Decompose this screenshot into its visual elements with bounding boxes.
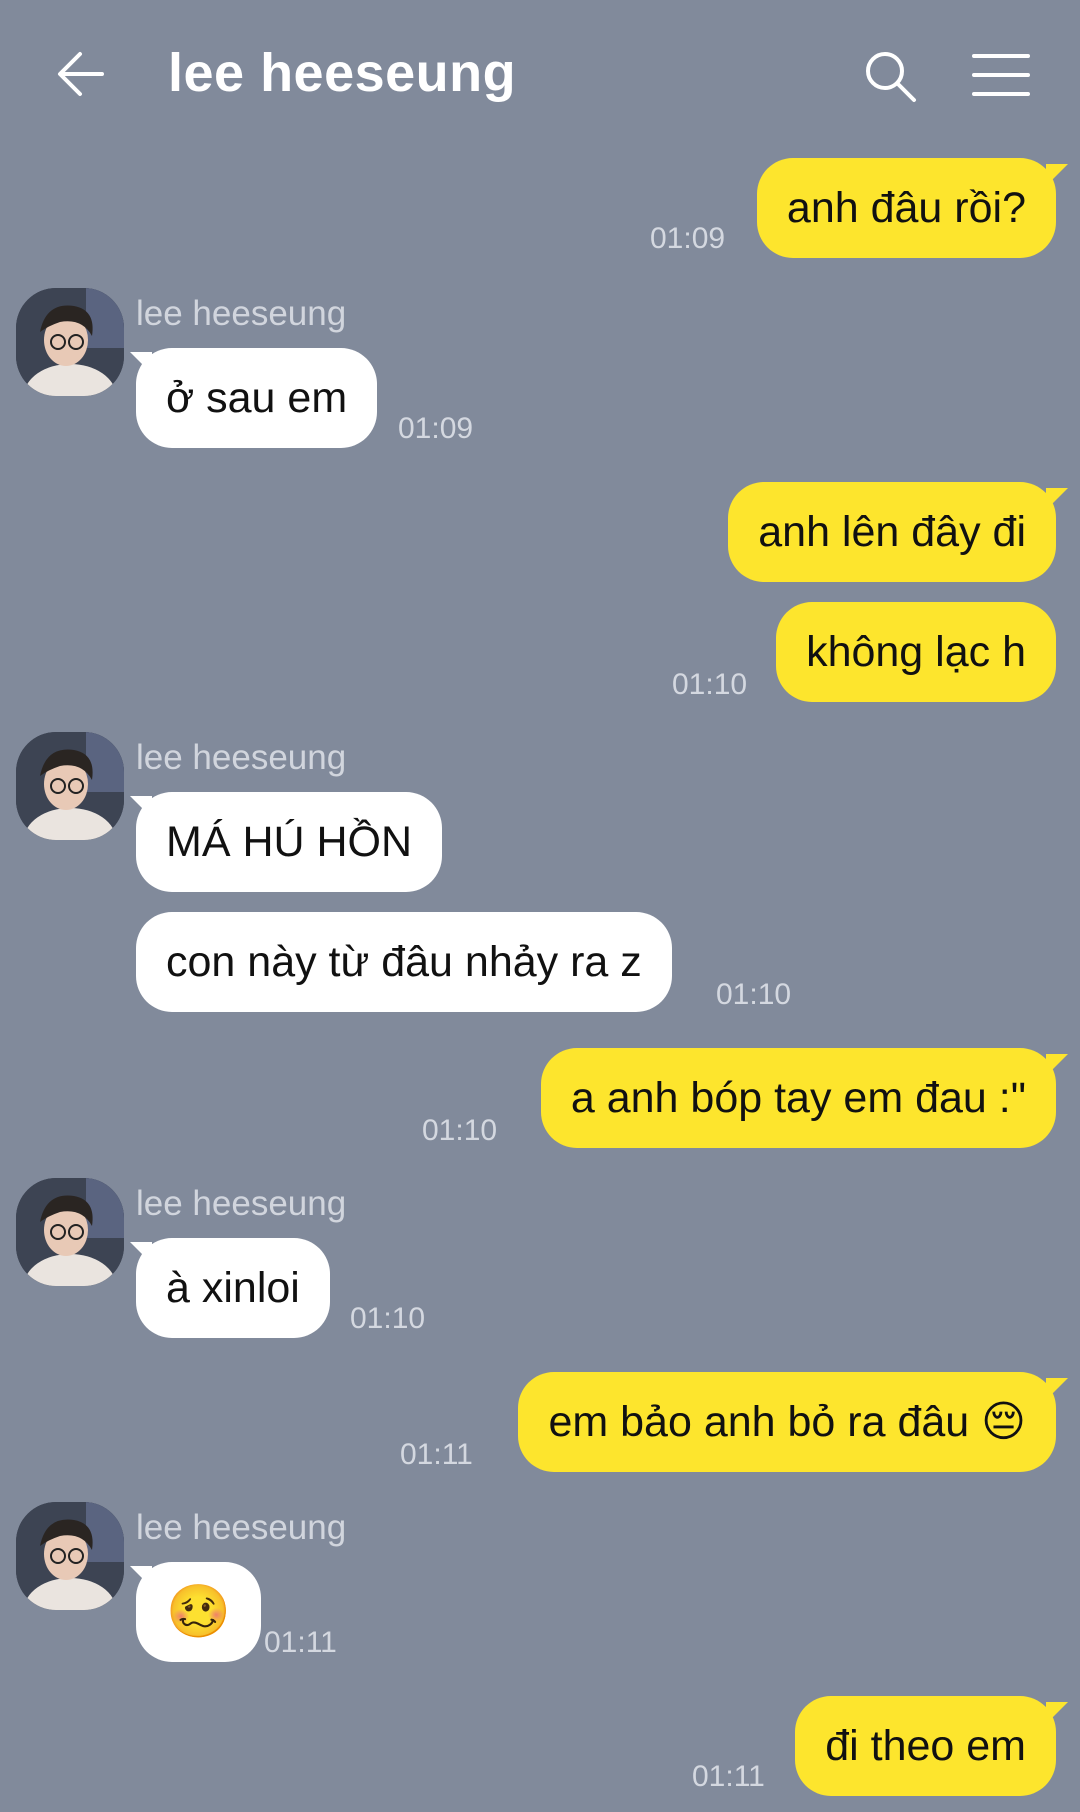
- sender-name: lee heeseung: [136, 1508, 347, 1547]
- sender-name: lee heeseung: [136, 738, 347, 777]
- their-message-bubble[interactable]: ở sau em: [136, 348, 378, 448]
- avatar[interactable]: [16, 1178, 124, 1286]
- message-time: 01:11: [692, 1760, 765, 1793]
- my-message-bubble[interactable]: a anh bóp tay em đau :": [540, 1048, 1056, 1148]
- avatar-image: [16, 288, 124, 396]
- message-time: 01:10: [350, 1302, 426, 1335]
- message-time: 01:10: [672, 668, 748, 701]
- chat-title: lee heeseung: [168, 43, 517, 103]
- message-time: 01:10: [716, 978, 792, 1011]
- avatar[interactable]: [16, 1502, 124, 1610]
- avatar-image: [16, 1502, 124, 1610]
- sender-name: lee heeseung: [136, 294, 347, 333]
- avatar[interactable]: [16, 288, 124, 396]
- bubble-tail: [1046, 1378, 1068, 1400]
- bubble-tail: [1046, 1054, 1068, 1076]
- message-time: 01:09: [650, 222, 726, 255]
- arrow-left-icon[interactable]: [52, 44, 112, 104]
- their-message-bubble[interactable]: à xinloi: [136, 1238, 330, 1338]
- my-message-bubble[interactable]: anh lên đây đi: [728, 482, 1056, 582]
- their-message-bubble[interactable]: MÁ HÚ HỒN: [136, 792, 443, 892]
- message-time: 01:11: [264, 1626, 337, 1659]
- my-message-bubble[interactable]: anh đâu rồi?: [756, 158, 1056, 258]
- bubble-tail: [1046, 1702, 1068, 1724]
- their-message-bubble[interactable]: 🥴: [136, 1562, 261, 1662]
- search-icon[interactable]: [862, 48, 918, 104]
- my-message-bubble[interactable]: em bảo anh bỏ ra đâu 😔: [518, 1372, 1056, 1472]
- sender-name: lee heeseung: [136, 1184, 347, 1223]
- bubble-tail: [1046, 164, 1068, 186]
- bubble-tail: [1046, 488, 1068, 510]
- hamburger-menu-icon[interactable]: [972, 52, 1030, 98]
- avatar-image: [16, 1178, 124, 1286]
- avatar[interactable]: [16, 732, 124, 840]
- my-message-bubble[interactable]: không lạc h: [776, 602, 1056, 702]
- message-time: 01:09: [398, 412, 474, 445]
- chat-header: lee heeseung: [0, 0, 1080, 150]
- message-time: 01:11: [400, 1438, 473, 1471]
- my-message-bubble[interactable]: đi theo em: [795, 1696, 1056, 1796]
- their-message-bubble[interactable]: con này từ đâu nhảy ra z: [136, 912, 672, 1012]
- message-time: 01:10: [422, 1114, 498, 1147]
- avatar-image: [16, 732, 124, 840]
